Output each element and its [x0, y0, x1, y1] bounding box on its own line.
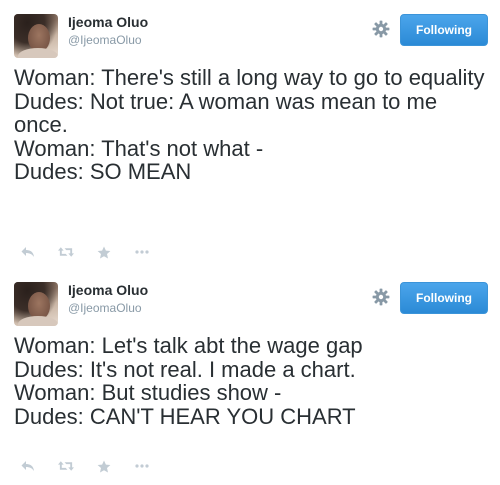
- retweet-icon[interactable]: [58, 245, 74, 259]
- author-name[interactable]: Ijeoma Oluo: [68, 282, 148, 298]
- author-handle[interactable]: @IjeomaOluo: [68, 33, 142, 47]
- tweet: Ijeoma Oluo @IjeomaOluo Following Woman:…: [0, 268, 500, 485]
- author-handle[interactable]: @IjeomaOluo: [68, 301, 142, 315]
- retweet-icon[interactable]: [58, 459, 74, 473]
- following-button[interactable]: Following: [400, 282, 488, 314]
- reply-icon[interactable]: [20, 459, 36, 473]
- reply-icon[interactable]: [20, 245, 36, 259]
- author-name[interactable]: Ijeoma Oluo: [68, 14, 148, 30]
- tweet-actions: [20, 458, 172, 474]
- following-button[interactable]: Following: [400, 14, 488, 46]
- avatar-shoulder: [18, 316, 58, 326]
- avatar[interactable]: [14, 282, 58, 326]
- gear-icon[interactable]: [372, 288, 390, 306]
- avatar-shoulder: [18, 48, 58, 58]
- tweet-text: Woman: Let's talk abt the wage gap Dudes…: [14, 333, 363, 429]
- more-icon[interactable]: [134, 245, 150, 259]
- favorite-icon[interactable]: [96, 459, 112, 473]
- tweet-text: Woman: There's still a long way to go to…: [14, 65, 485, 184]
- avatar[interactable]: [14, 14, 58, 58]
- tweet: Ijeoma Oluo @IjeomaOluo Following Woman:…: [0, 0, 500, 268]
- favorite-icon[interactable]: [96, 245, 112, 259]
- more-icon[interactable]: [134, 459, 150, 473]
- gear-icon[interactable]: [372, 20, 390, 38]
- tweet-actions: [20, 244, 172, 260]
